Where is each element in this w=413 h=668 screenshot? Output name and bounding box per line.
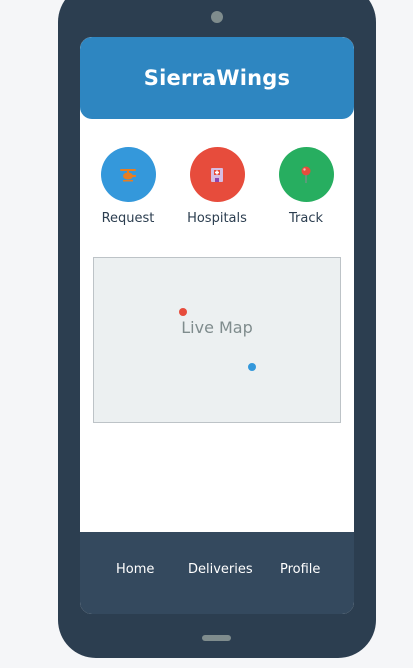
hospital-icon	[211, 167, 223, 182]
nav-home[interactable]: Home	[116, 562, 154, 577]
request-label: Request	[101, 211, 155, 226]
nav-profile[interactable]: Profile	[280, 562, 320, 577]
red-marker[interactable]	[179, 308, 187, 316]
home-indicator[interactable]	[202, 635, 231, 641]
map-label: Live Map	[181, 318, 253, 337]
app-header: SierraWings	[80, 37, 354, 119]
request-circle	[100, 147, 156, 202]
track-button[interactable]: Track	[266, 147, 346, 226]
app-screen: SierraWings Request Hospitals Track Live…	[80, 37, 354, 614]
bottom-nav: Home Deliveries Profile	[80, 532, 354, 614]
hospitals-circle	[189, 147, 245, 202]
track-label: Track	[288, 211, 324, 226]
nav-deliveries[interactable]: Deliveries	[188, 562, 253, 577]
request-button[interactable]: Request	[88, 147, 168, 226]
quick-actions: Request Hospitals Track	[80, 147, 354, 227]
hospitals-button[interactable]: Hospitals	[177, 147, 257, 226]
track-circle	[278, 147, 334, 202]
app-title: SierraWings	[143, 66, 291, 90]
live-map[interactable]: Live Map	[93, 257, 341, 423]
location-pin-icon	[301, 166, 311, 183]
hospitals-label: Hospitals	[187, 211, 247, 226]
helicopter-icon	[120, 168, 136, 181]
camera-icon	[211, 11, 223, 23]
blue-marker[interactable]	[248, 363, 256, 371]
